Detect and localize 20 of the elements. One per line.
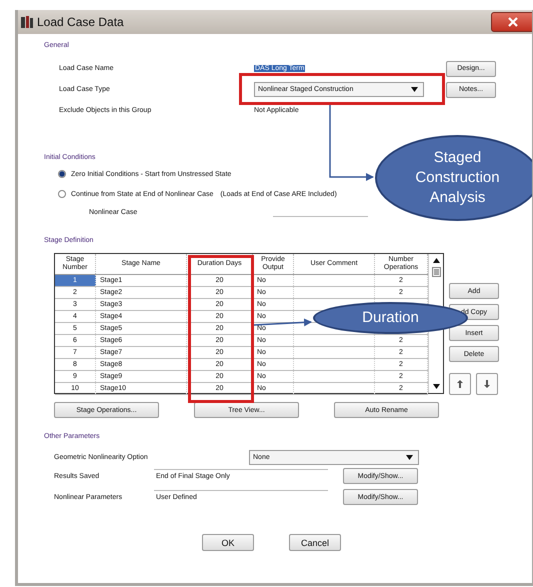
button[interactable]: Cancel [289,534,341,551]
radio-button[interactable] [58,170,66,178]
button[interactable]: OK [202,534,254,551]
close-icon [508,17,518,27]
scroll-up-icon [432,258,440,263]
window-title: Load Case Data [37,15,124,29]
callout-text: Duration [362,308,419,328]
down-arrow-icon [484,380,490,388]
app-icon [21,16,33,28]
close-button[interactable] [491,12,532,32]
callout-text: Staged Construction Analysis [414,148,501,208]
scroll-thumb-icon [432,267,440,277]
scroll-down-icon [432,384,440,389]
move-up-button[interactable] [449,373,471,395]
caret-icon [406,454,413,460]
connector-arrow [254,318,312,326]
caret-icon [411,87,418,92]
up-arrow-icon [457,380,463,388]
radio-button[interactable] [58,190,66,198]
move-down-button[interactable] [476,373,498,395]
